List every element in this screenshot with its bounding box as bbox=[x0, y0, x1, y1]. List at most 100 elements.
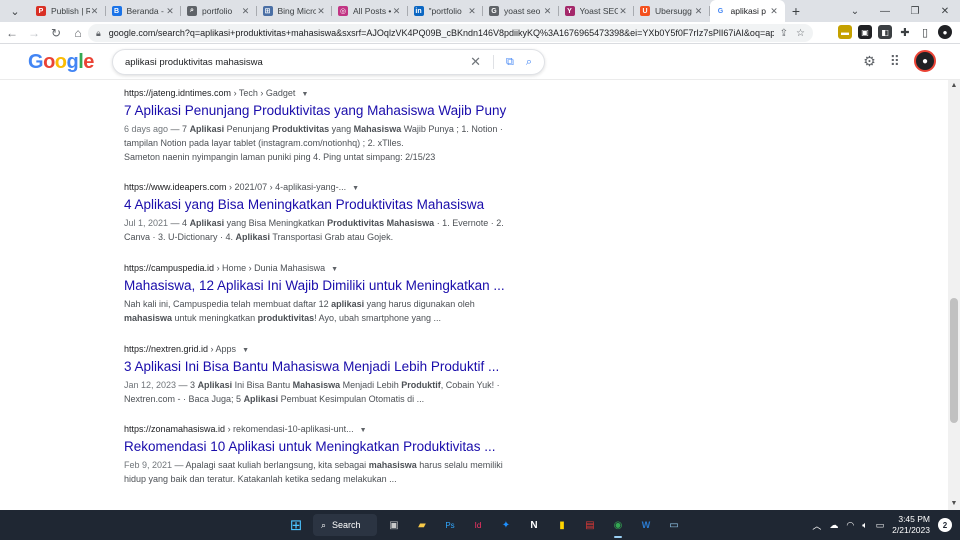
result-menu-caret-icon[interactable]: ▼ bbox=[360, 427, 367, 434]
browser-tab[interactable]: ◎ All Posts • ✕ bbox=[332, 0, 408, 22]
settings-gear-icon[interactable]: ⚙ bbox=[863, 53, 876, 70]
browser-tab[interactable]: Gaplikasi p ✕ bbox=[709, 0, 785, 22]
tab-close-icon[interactable]: ✕ bbox=[694, 6, 704, 17]
result-menu-caret-icon[interactable]: ▼ bbox=[352, 185, 359, 192]
address-bar[interactable]: 🔒︎ google.com/search?q=aplikasi+produkti… bbox=[88, 24, 813, 42]
profile-avatar-icon[interactable]: ● bbox=[938, 25, 952, 39]
notion-icon[interactable]: N bbox=[523, 514, 545, 536]
battery-icon[interactable]: ▭ bbox=[876, 520, 885, 531]
browser-tab[interactable]: ⊞ Bing Micro ✕ bbox=[257, 0, 333, 22]
tab-close-icon[interactable]: ✕ bbox=[90, 6, 100, 17]
word-icon[interactable]: W bbox=[635, 514, 657, 536]
tab-title: All Posts • bbox=[353, 6, 392, 16]
result-snippet: Jul 1, 2021 — 4 Aplikasi yang Bisa Menin… bbox=[124, 216, 504, 244]
task-view-icon[interactable]: ▣ bbox=[383, 514, 405, 536]
result-title-link[interactable]: 7 Aplikasi Penunjang Produktivitas yang … bbox=[124, 102, 506, 120]
sticky-notes-icon[interactable]: ▮ bbox=[551, 514, 573, 536]
extension-icon-3[interactable]: ◧ bbox=[878, 25, 892, 39]
share-icon[interactable]: ⇪ bbox=[780, 28, 788, 39]
home-icon[interactable]: ⌂ bbox=[68, 23, 88, 43]
search-icon[interactable]: ⌕ bbox=[526, 56, 532, 69]
tab-search-icon[interactable]: ⌄ bbox=[0, 0, 30, 22]
result-menu-caret-icon[interactable]: ▼ bbox=[242, 347, 249, 354]
search-box[interactable]: aplikasi produktivitas mahasiswa ✕ ⧉ ⌕ bbox=[112, 49, 545, 75]
tab-close-icon[interactable]: ✕ bbox=[392, 6, 402, 17]
clear-icon[interactable]: ✕ bbox=[470, 54, 481, 70]
tab-close-icon[interactable]: ✕ bbox=[543, 6, 553, 17]
account-avatar[interactable]: ● bbox=[914, 50, 936, 72]
tab-title: Publish | R bbox=[51, 6, 90, 16]
search-input[interactable]: aplikasi produktivitas mahasiswa bbox=[125, 57, 470, 68]
indesign-icon[interactable]: Id bbox=[467, 514, 489, 536]
tab-title: Beranda - bbox=[126, 6, 164, 16]
back-icon[interactable]: ← bbox=[2, 23, 22, 43]
tab-close-icon[interactable]: ✕ bbox=[467, 6, 477, 17]
tab-close-icon[interactable]: ✕ bbox=[241, 6, 251, 17]
taskbar-search-button[interactable]: ⌕ Search bbox=[313, 514, 377, 536]
wifi-icon[interactable]: ◠ bbox=[846, 520, 854, 531]
maximize-icon[interactable]: ❐ bbox=[900, 0, 930, 22]
side-panel-icon[interactable]: ▯ bbox=[918, 25, 932, 39]
chrome-icon[interactable]: ◉ bbox=[607, 514, 629, 538]
forward-icon[interactable]: → bbox=[24, 23, 44, 43]
app-icon-blue[interactable]: ✦ bbox=[495, 514, 517, 536]
search-result: https://nextren.grid.id › Apps ▼ 3 Aplikas… bbox=[124, 344, 504, 406]
tab-close-icon[interactable]: ✕ bbox=[316, 6, 326, 17]
result-url[interactable]: https://zonamahasiswa.id › rekomendasi-1… bbox=[124, 424, 504, 434]
new-tab-button[interactable]: + bbox=[785, 0, 807, 22]
extension-icon-2[interactable]: ▣ bbox=[858, 25, 872, 39]
app-icon-red[interactable]: ▤ bbox=[579, 514, 601, 536]
result-title-link[interactable]: Mahasiswa, 12 Aplikasi Ini Wajib Dimilik… bbox=[124, 277, 505, 295]
tab-favicon-icon: ◎ bbox=[338, 6, 348, 16]
close-window-icon[interactable]: ✕ bbox=[930, 0, 960, 22]
scroll-down-icon[interactable]: ▼ bbox=[948, 498, 960, 510]
photoshop-icon[interactable]: Ps bbox=[439, 514, 461, 536]
notification-badge[interactable]: 2 bbox=[938, 518, 952, 532]
browser-tab[interactable]: Y Yoast SEO ✕ bbox=[559, 0, 635, 22]
google-logo[interactable]: Google bbox=[28, 51, 94, 74]
extension-icon-1[interactable]: ▬ bbox=[838, 25, 852, 39]
apps-grid-icon[interactable]: ⠿ bbox=[890, 53, 900, 70]
cloud-icon[interactable]: ☁ bbox=[829, 520, 838, 531]
result-title-link[interactable]: Rekomendasi 10 Aplikasi untuk Meningkatk… bbox=[124, 438, 504, 456]
reload-icon[interactable]: ↻ bbox=[46, 23, 66, 43]
result-title-link[interactable]: 3 Aplikasi Ini Bisa Bantu Mahasiswa Menj… bbox=[124, 358, 504, 376]
browser-tab[interactable]: ⌕ portfolio ✕ bbox=[181, 0, 257, 22]
windows-start-icon[interactable]: ⊞ bbox=[285, 514, 307, 536]
result-url[interactable]: https://www.ideapers.com › 2021/07 › 4-a… bbox=[124, 182, 504, 192]
result-url[interactable]: https://nextren.grid.id › Apps ▼ bbox=[124, 344, 504, 354]
scroll-up-icon[interactable]: ▲ bbox=[948, 80, 960, 92]
extensions-puzzle-icon[interactable]: ✚ bbox=[898, 25, 912, 39]
tray-chevron-icon[interactable]: ︿ bbox=[812, 519, 821, 532]
lock-icon[interactable]: 🔒︎ bbox=[96, 28, 101, 39]
lens-icon[interactable]: ⧉ bbox=[506, 56, 514, 69]
result-breadcrumb: › Home › Dunia Mahasiswa bbox=[214, 263, 326, 273]
browser-tab[interactable]: B Beranda - ✕ bbox=[106, 0, 182, 22]
app-icon-monitor[interactable]: ▭ bbox=[663, 514, 685, 536]
tab-favicon-icon: ⌕ bbox=[187, 6, 197, 16]
result-url[interactable]: https://campuspedia.id › Home › Dunia Ma… bbox=[124, 263, 504, 273]
minimize-icon[interactable]: — bbox=[870, 0, 900, 22]
volume-icon[interactable]: 🔈︎ bbox=[862, 520, 867, 531]
result-menu-caret-icon[interactable]: ▼ bbox=[301, 91, 308, 98]
clock[interactable]: 3:45 PM 2/21/2023 bbox=[892, 514, 930, 536]
bookmark-star-icon[interactable]: ☆ bbox=[796, 28, 805, 39]
browser-tab[interactable]: in "portfolio ✕ bbox=[408, 0, 484, 22]
browser-tab[interactable]: Gyoast seo ✕ bbox=[483, 0, 559, 22]
result-url[interactable]: https://jateng.idntimes.com › Tech › Gad… bbox=[124, 88, 504, 98]
result-site: https://www.ideapers.com bbox=[124, 182, 227, 192]
browser-tab[interactable]: P Publish | R ✕ bbox=[30, 0, 106, 22]
result-title-link[interactable]: 4 Aplikasi yang Bisa Meningkatkan Produk… bbox=[124, 196, 504, 214]
result-menu-caret-icon[interactable]: ▼ bbox=[331, 266, 338, 273]
result-date: Jan 12, 2023 bbox=[124, 380, 177, 390]
tab-close-icon[interactable]: ✕ bbox=[165, 6, 175, 17]
browser-tab[interactable]: U Ubersugg ✕ bbox=[634, 0, 710, 22]
tab-close-icon[interactable]: ✕ bbox=[618, 6, 628, 17]
tab-close-icon[interactable]: ✕ bbox=[769, 6, 779, 17]
search-result: https://zonamahasiswa.id › rekomendasi-1… bbox=[124, 424, 504, 486]
scrollbar[interactable]: ▲ ▼ bbox=[948, 80, 960, 510]
scrollbar-thumb[interactable] bbox=[950, 298, 958, 423]
tab-title: aplikasi p bbox=[730, 6, 766, 16]
tab-list-chevron-icon[interactable]: ⌄ bbox=[840, 0, 870, 22]
file-explorer-icon[interactable]: ▰ bbox=[411, 514, 433, 536]
